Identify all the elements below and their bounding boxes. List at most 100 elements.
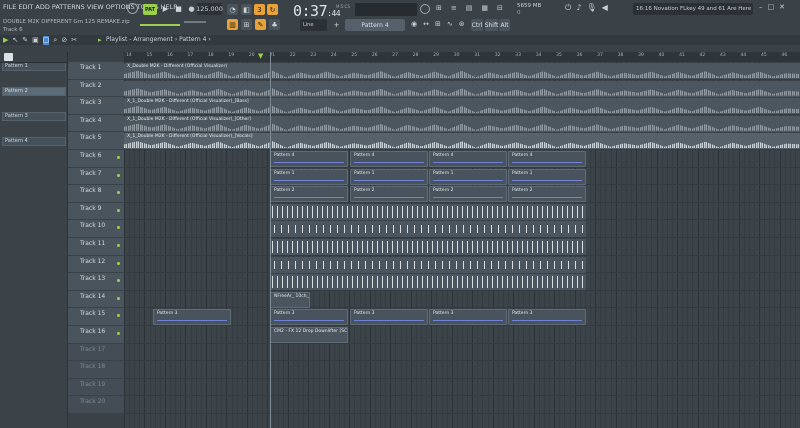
track-header[interactable]: Track 12	[68, 255, 124, 274]
piano-roll-icon[interactable]: ▤	[466, 4, 473, 14]
note-clip[interactable]	[270, 203, 586, 220]
tempo-display[interactable]: 125.000	[196, 3, 223, 15]
track-enable-led[interactable]	[117, 279, 120, 283]
track-lane[interactable]	[124, 291, 800, 309]
hint-bar[interactable]: 16:16 Novation FLkey 49 and 61 Are Here	[633, 3, 753, 15]
audio-icon[interactable]: ♪	[576, 3, 581, 13]
paint-icon[interactable]: ▣	[32, 36, 39, 45]
grid-icon[interactable]: ⊞	[435, 20, 441, 28]
plugin-icon[interactable]: ⊟	[497, 4, 503, 14]
track-lane[interactable]	[124, 326, 800, 344]
pointer-icon[interactable]: ↖	[12, 36, 18, 45]
stamp-tool-icon[interactable]: ♣	[269, 19, 280, 30]
track-header[interactable]: Track 1	[68, 62, 124, 80]
pattern-clip[interactable]: Pattern 2	[350, 186, 428, 203]
automation-clip[interactable]: NFreeAr_ 10ch_01	[270, 291, 310, 308]
playhead[interactable]	[270, 52, 271, 428]
pattern-prev-icon[interactable]: +	[331, 19, 342, 30]
track-header[interactable]: Track 6	[68, 150, 124, 168]
snap-select[interactable]: Line	[300, 19, 327, 31]
pattern-selector[interactable]: Pattern 4	[345, 19, 405, 31]
track-header[interactable]: Track 19	[68, 378, 124, 397]
piano-keys-icon[interactable]	[4, 53, 13, 61]
track-enable-led[interactable]	[117, 226, 120, 230]
play-button[interactable]: ▶	[160, 3, 171, 14]
shift-key[interactable]: Shift	[485, 19, 498, 31]
track-header[interactable]: Track 3	[68, 97, 124, 115]
mute-icon[interactable]: ⊘	[61, 36, 67, 45]
menu-add[interactable]: ADD	[35, 3, 49, 11]
record-mode-icon[interactable]	[127, 3, 138, 14]
knob-icon[interactable]: ◉	[411, 20, 417, 28]
pattern-clip[interactable]: Pattern 4	[270, 151, 348, 167]
playlist-menu-icon[interactable]: ▸	[98, 36, 102, 44]
master-knob-icon[interactable]	[420, 4, 430, 14]
loop-record-icon[interactable]: ↻	[267, 4, 278, 15]
slice-icon[interactable]: ✂	[71, 36, 77, 45]
track-header[interactable]: Track 18	[68, 361, 124, 379]
reverse-icon[interactable]: ↔	[423, 20, 429, 28]
pattern-clip[interactable]: Pattern 4	[350, 151, 428, 167]
pattern-clip[interactable]: Pattern 3	[429, 309, 507, 326]
pattern-clip[interactable]: Pattern 2	[270, 186, 348, 203]
fx-icon[interactable]: ⊛	[459, 20, 465, 28]
pattern-item[interactable]: Pattern 3	[2, 112, 66, 121]
track-enable-led[interactable]	[117, 191, 120, 195]
track-header[interactable]: Track 13	[68, 273, 124, 291]
stop-button[interactable]: ■	[173, 3, 184, 14]
pattern-clip[interactable]: Pattern 2	[429, 186, 507, 203]
track-header[interactable]: Track 17	[68, 343, 124, 362]
zoom-icon[interactable]: ⌕	[53, 36, 57, 45]
wait-icon[interactable]: ◧	[241, 4, 252, 15]
track-enable-led[interactable]	[117, 332, 120, 335]
mixer-icon[interactable]: ≡	[451, 4, 457, 14]
master-pitch-slider[interactable]	[184, 21, 206, 23]
audio-clip[interactable]: X_Double M2K - Different (Official Visua…	[124, 63, 800, 79]
track-lane[interactable]	[124, 396, 800, 414]
pencil-tool-icon[interactable]: ✎	[255, 19, 266, 30]
note-clip[interactable]	[270, 256, 586, 273]
track-lane[interactable]	[124, 361, 800, 379]
close-icon[interactable]: ✕	[779, 3, 785, 11]
track-header[interactable]: Track 20	[68, 396, 124, 414]
alt-key[interactable]: Alt	[499, 19, 510, 31]
power-icon[interactable]: ⏻	[565, 3, 571, 13]
track-lane[interactable]	[124, 344, 800, 362]
track-header[interactable]: Track 8	[68, 185, 124, 203]
timeline-ruler[interactable]: 14 15 16 17 18 19 20 21 22 23 24 25 26 27 28 29 30 31 32 33…	[124, 52, 800, 62]
pattern-item[interactable]: Pattern 4	[2, 137, 66, 146]
track-enable-led[interactable]	[117, 261, 120, 265]
play-icon[interactable]: ▶	[3, 36, 8, 45]
track-enable-led[interactable]	[117, 296, 120, 300]
track-header[interactable]: Track 14	[68, 290, 124, 309]
pattern-song-toggle[interactable]: PAT	[143, 4, 157, 15]
track-lane[interactable]	[124, 379, 800, 397]
audio-clip[interactable]: X_1_Double M2K - Different (Official Vis…	[124, 115, 800, 132]
metronome-icon[interactable]: ◔	[227, 4, 238, 15]
note-clip[interactable]	[270, 239, 586, 255]
restore-icon[interactable]: □	[768, 3, 775, 11]
track-header[interactable]: Track 10	[68, 220, 124, 238]
pattern-clip[interactable]: Pattern 4	[429, 151, 507, 167]
browser-icon[interactable]: ▦	[481, 4, 488, 14]
menu-patterns[interactable]: PATTERNS	[52, 3, 85, 11]
ctrl-key[interactable]: Ctrl	[471, 19, 483, 31]
pattern-clip[interactable]: Pattern 1	[350, 168, 428, 185]
channel-rack-icon[interactable]: ⊞	[436, 4, 442, 14]
track-enable-led[interactable]	[117, 208, 120, 212]
master-volume-slider[interactable]	[140, 24, 180, 26]
pattern-clip[interactable]: Pattern 1	[429, 168, 507, 185]
pattern-clip[interactable]: Pattern 3	[153, 309, 231, 326]
menu-file[interactable]: FILE	[3, 3, 16, 11]
track-header[interactable]: Track 4	[68, 114, 124, 133]
pattern-clip[interactable]: Pattern 1	[508, 168, 586, 185]
note-clip[interactable]	[270, 274, 586, 291]
track-enable-led[interactable]	[117, 156, 120, 159]
plugin-tool-icon[interactable]: ⊞	[241, 19, 252, 30]
pattern-item[interactable]: Pattern 2	[2, 87, 66, 96]
audio-clip[interactable]	[124, 80, 800, 97]
speaker-icon[interactable]: ◀	[602, 3, 608, 13]
microphone-icon[interactable]: 🎙	[586, 3, 596, 13]
track-header[interactable]: Track 2	[68, 79, 124, 98]
track-header[interactable]: Track 16	[68, 326, 124, 344]
